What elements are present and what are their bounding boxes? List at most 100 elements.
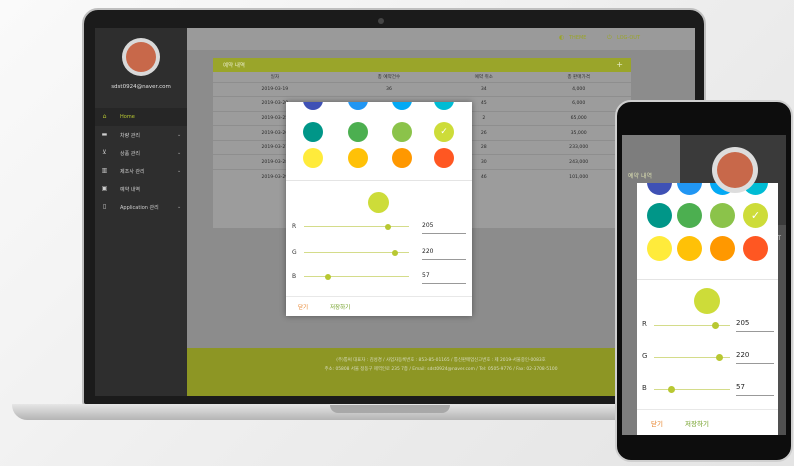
phone-close-button[interactable]: 닫기	[651, 418, 663, 428]
color-swatch[interactable]	[677, 236, 702, 261]
value-input[interactable]: 220	[422, 246, 466, 260]
slider-thumb[interactable]	[324, 273, 331, 280]
car-icon: ▬	[101, 131, 108, 138]
slider-row-r: R 205	[290, 220, 468, 234]
sidebar-item-5[interactable]: ▯ Application 관리 ⌄	[95, 198, 187, 216]
color-swatch[interactable]	[710, 236, 735, 261]
value-input[interactable]: 205	[736, 317, 774, 332]
theme-label: THEME	[569, 35, 587, 41]
color-preview	[368, 192, 389, 213]
swatch-grid	[286, 102, 472, 180]
slider-thumb[interactable]	[391, 249, 398, 256]
sidebar-item-label: Home	[120, 114, 135, 120]
value-input[interactable]: 57	[422, 270, 466, 284]
color-swatch[interactable]	[392, 148, 412, 168]
sidebar-item-label: 차량 관리	[120, 132, 140, 139]
logo-heart-icon	[126, 42, 156, 72]
color-picker-dialog: R 205 G 220 B 57 닫기 저장하기	[286, 102, 472, 316]
add-icon[interactable]: +	[616, 60, 623, 69]
sidebar: sdst0924@naver.com ⌂ Home ▬ 차량 관리 ⌄ ⊻ 상품 관리 ⌄ ▥ 제…	[95, 28, 187, 396]
value-input[interactable]: 205	[422, 220, 466, 234]
topbar: ◐ THEME ⏻ LOG-OUT	[187, 28, 695, 50]
slider-row-b: B 57	[290, 270, 468, 284]
table-cell: 34	[441, 81, 527, 97]
phone-avatar[interactable]	[712, 147, 758, 193]
chevron-down-icon: ⌄	[177, 150, 182, 156]
palette-icon: ◐	[559, 34, 565, 41]
slider-thumb[interactable]	[385, 223, 392, 230]
close-button[interactable]: 닫기	[298, 303, 308, 311]
table-header: 일자 총 예약건수 예약 취소 총 판매가격	[213, 72, 631, 82]
value-input[interactable]: 220	[736, 349, 774, 364]
slider-track[interactable]	[654, 322, 730, 329]
color-swatch[interactable]	[434, 122, 454, 142]
chevron-down-icon: ⌄	[177, 168, 182, 174]
color-swatch[interactable]	[348, 102, 368, 110]
color-swatch[interactable]	[647, 203, 672, 228]
slider-label: G	[642, 352, 648, 360]
save-button[interactable]: 저장하기	[330, 303, 350, 311]
theme-button[interactable]: ◐ THEME	[559, 34, 587, 42]
color-swatch[interactable]	[743, 236, 768, 261]
sidebar-item-label: 제조사 관리	[120, 168, 145, 175]
cart-icon: ⊻	[102, 149, 107, 156]
color-swatch[interactable]	[710, 203, 735, 228]
slider-track[interactable]	[654, 354, 730, 361]
slider-thumb[interactable]	[667, 386, 675, 393]
bar-chart-icon: ▥	[101, 167, 108, 174]
slider-track[interactable]	[304, 223, 409, 230]
color-swatch[interactable]	[348, 122, 368, 142]
slider-track[interactable]	[654, 386, 730, 393]
table-row[interactable]: 2019-03-19 36 34 4,000	[213, 81, 631, 97]
slider-label: G	[292, 249, 297, 256]
sidebar-nav: ⌂ Home ▬ 차량 관리 ⌄ ⊻ 상품 관리 ⌄ ▥ 제조사 관리 ⌄ ▣ 예약 내역 ▯ Applic…	[95, 108, 187, 216]
color-swatch[interactable]	[392, 102, 412, 110]
card-title: 예약 내역	[223, 63, 245, 69]
calendar-icon: ▣	[101, 185, 108, 192]
color-swatch[interactable]	[677, 203, 702, 228]
phone-save-button[interactable]: 저장하기	[685, 418, 709, 428]
color-swatch[interactable]	[677, 183, 702, 195]
sidebar-item-1[interactable]: ▬ 차량 관리 ⌄	[95, 126, 187, 144]
color-swatch[interactable]	[303, 102, 323, 110]
phone-logo-heart-icon	[717, 152, 753, 188]
logout-label: LOG-OUT	[617, 35, 641, 41]
power-icon: ⏻	[607, 34, 612, 41]
slider-label: R	[642, 320, 647, 328]
color-swatch[interactable]	[303, 148, 323, 168]
phone-color-picker-dialog: R 205 G 220 B 57 닫기 저장하기	[637, 183, 778, 435]
sidebar-item-3[interactable]: ▥ 제조사 관리 ⌄	[95, 162, 187, 180]
phone-bg-title: 예약 내역	[628, 173, 652, 180]
color-swatch[interactable]	[303, 122, 323, 142]
user-email: sdst0924@naver.com	[111, 84, 171, 90]
table-cell: 2019-03-19	[213, 81, 337, 97]
color-swatch[interactable]	[348, 148, 368, 168]
logout-button[interactable]: ⏻ LOG-OUT	[607, 34, 641, 42]
slider-row-g: G 220	[640, 349, 776, 365]
color-swatch[interactable]	[392, 122, 412, 142]
phone-dialog-footer: 닫기 저장하기	[637, 409, 778, 435]
slider-thumb[interactable]	[716, 354, 724, 361]
slider-track[interactable]	[304, 249, 409, 256]
laptop-notch	[330, 405, 450, 413]
table-cell: 4,000	[526, 81, 631, 97]
chevron-down-icon: ⌄	[177, 204, 182, 210]
slider-label: B	[642, 384, 647, 392]
color-swatch[interactable]	[434, 102, 454, 110]
sidebar-item-0[interactable]: ⌂ Home	[95, 108, 187, 126]
color-swatch[interactable]	[743, 203, 768, 228]
slider-thumb[interactable]	[711, 322, 719, 329]
value-input[interactable]: 57	[736, 381, 774, 396]
slider-track[interactable]	[304, 273, 409, 280]
sidebar-item-2[interactable]: ⊻ 상품 관리 ⌄	[95, 144, 187, 162]
color-swatch[interactable]	[647, 236, 672, 261]
avatar[interactable]	[122, 38, 160, 76]
sidebar-item-4[interactable]: ▣ 예약 내역	[95, 180, 187, 198]
chevron-down-icon: ⌄	[177, 132, 182, 138]
column-header: 예약 취소	[474, 74, 493, 80]
mobile-icon: ▯	[102, 203, 107, 210]
color-swatch[interactable]	[647, 183, 672, 195]
divider	[637, 279, 778, 280]
color-swatch[interactable]	[434, 148, 454, 168]
camera-dot	[378, 18, 384, 24]
